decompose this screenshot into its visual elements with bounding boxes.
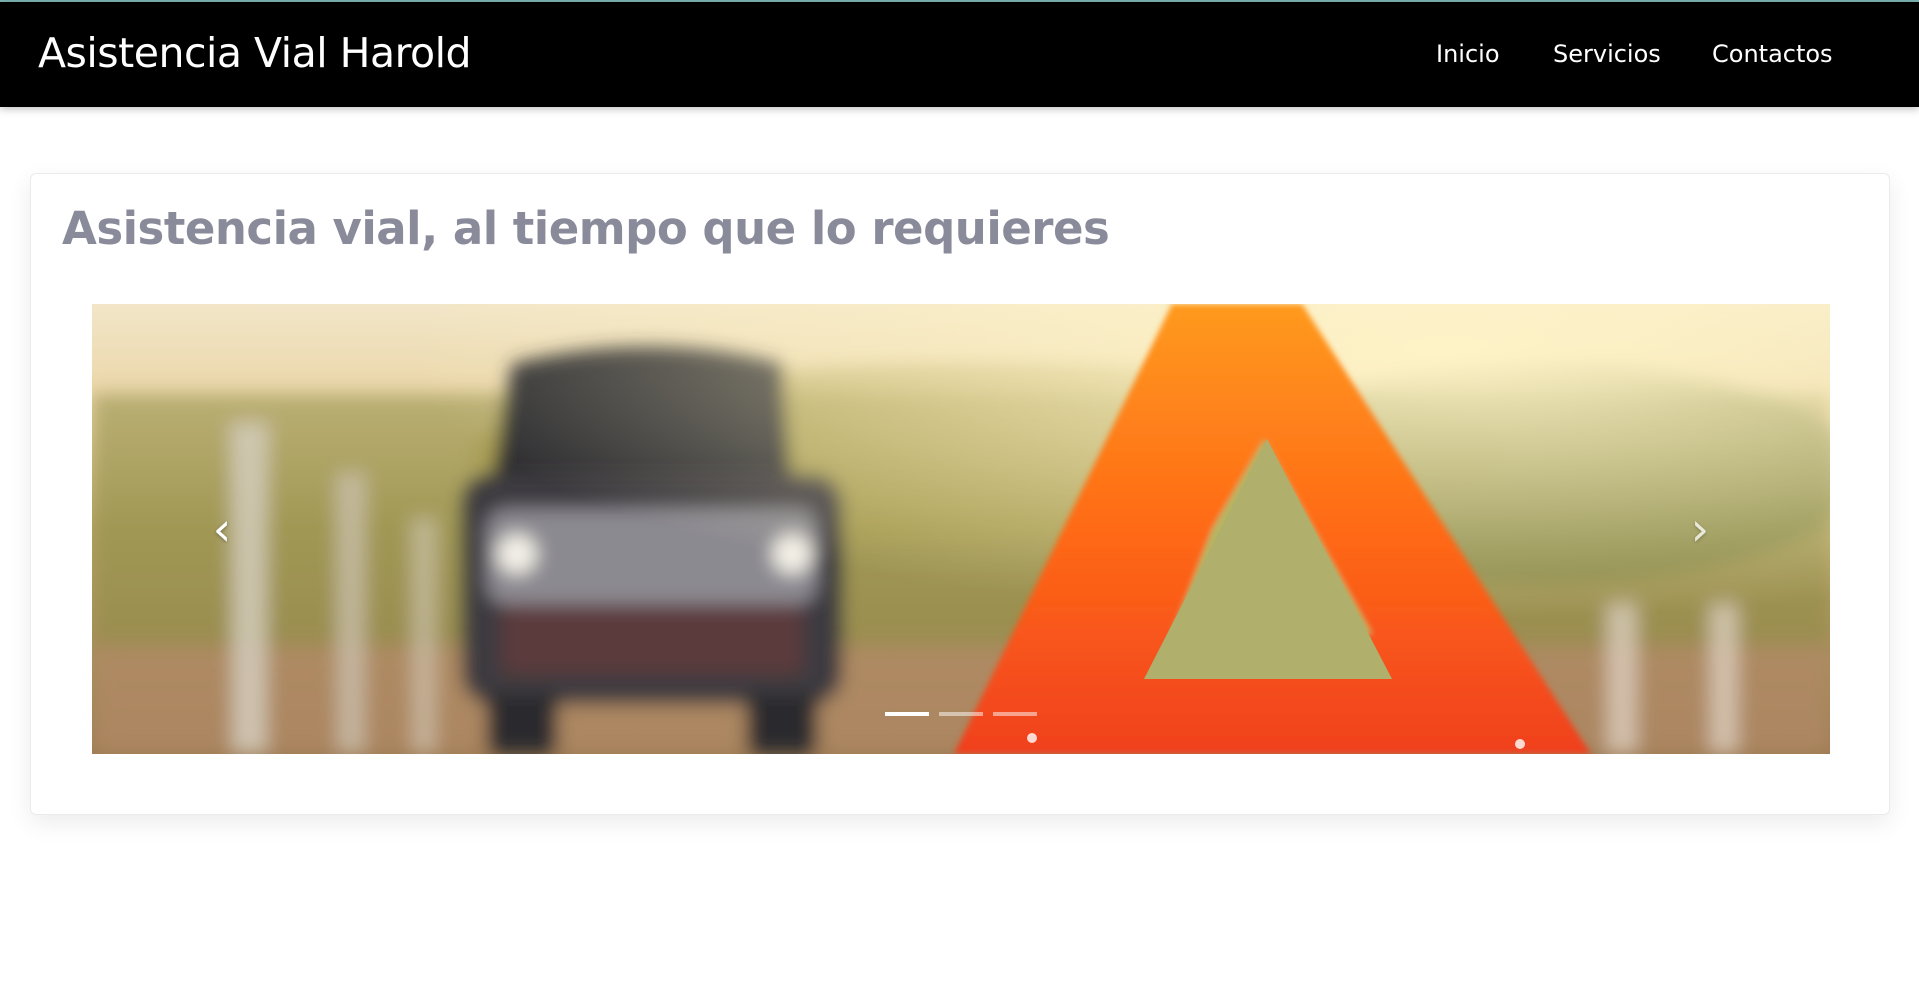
nav-link-servicios[interactable]: Servicios — [1553, 40, 1661, 68]
page-title: Asistencia vial, al tiempo que lo requie… — [62, 202, 1110, 255]
hero-card: Asistencia vial, al tiempo que lo requie… — [30, 173, 1890, 815]
nav-link-contactos[interactable]: Contactos — [1712, 40, 1833, 68]
carousel-indicators — [92, 712, 1830, 716]
navbar: Asistencia Vial Harold Inicio Servicios … — [0, 2, 1919, 107]
image-carousel[interactable]: ‹ › — [92, 304, 1830, 754]
chevron-right-icon: › — [1690, 502, 1710, 556]
brand-link[interactable]: Asistencia Vial Harold — [38, 29, 472, 77]
carousel-next-button[interactable]: › — [1570, 304, 1830, 754]
carousel-indicator-1[interactable] — [885, 712, 929, 716]
carousel-indicator-2[interactable] — [939, 712, 983, 716]
chevron-left-icon: ‹ — [212, 502, 232, 556]
carousel-prev-button[interactable]: ‹ — [92, 304, 352, 754]
nav-link-inicio[interactable]: Inicio — [1436, 40, 1500, 68]
carousel-indicator-3[interactable] — [993, 712, 1037, 716]
